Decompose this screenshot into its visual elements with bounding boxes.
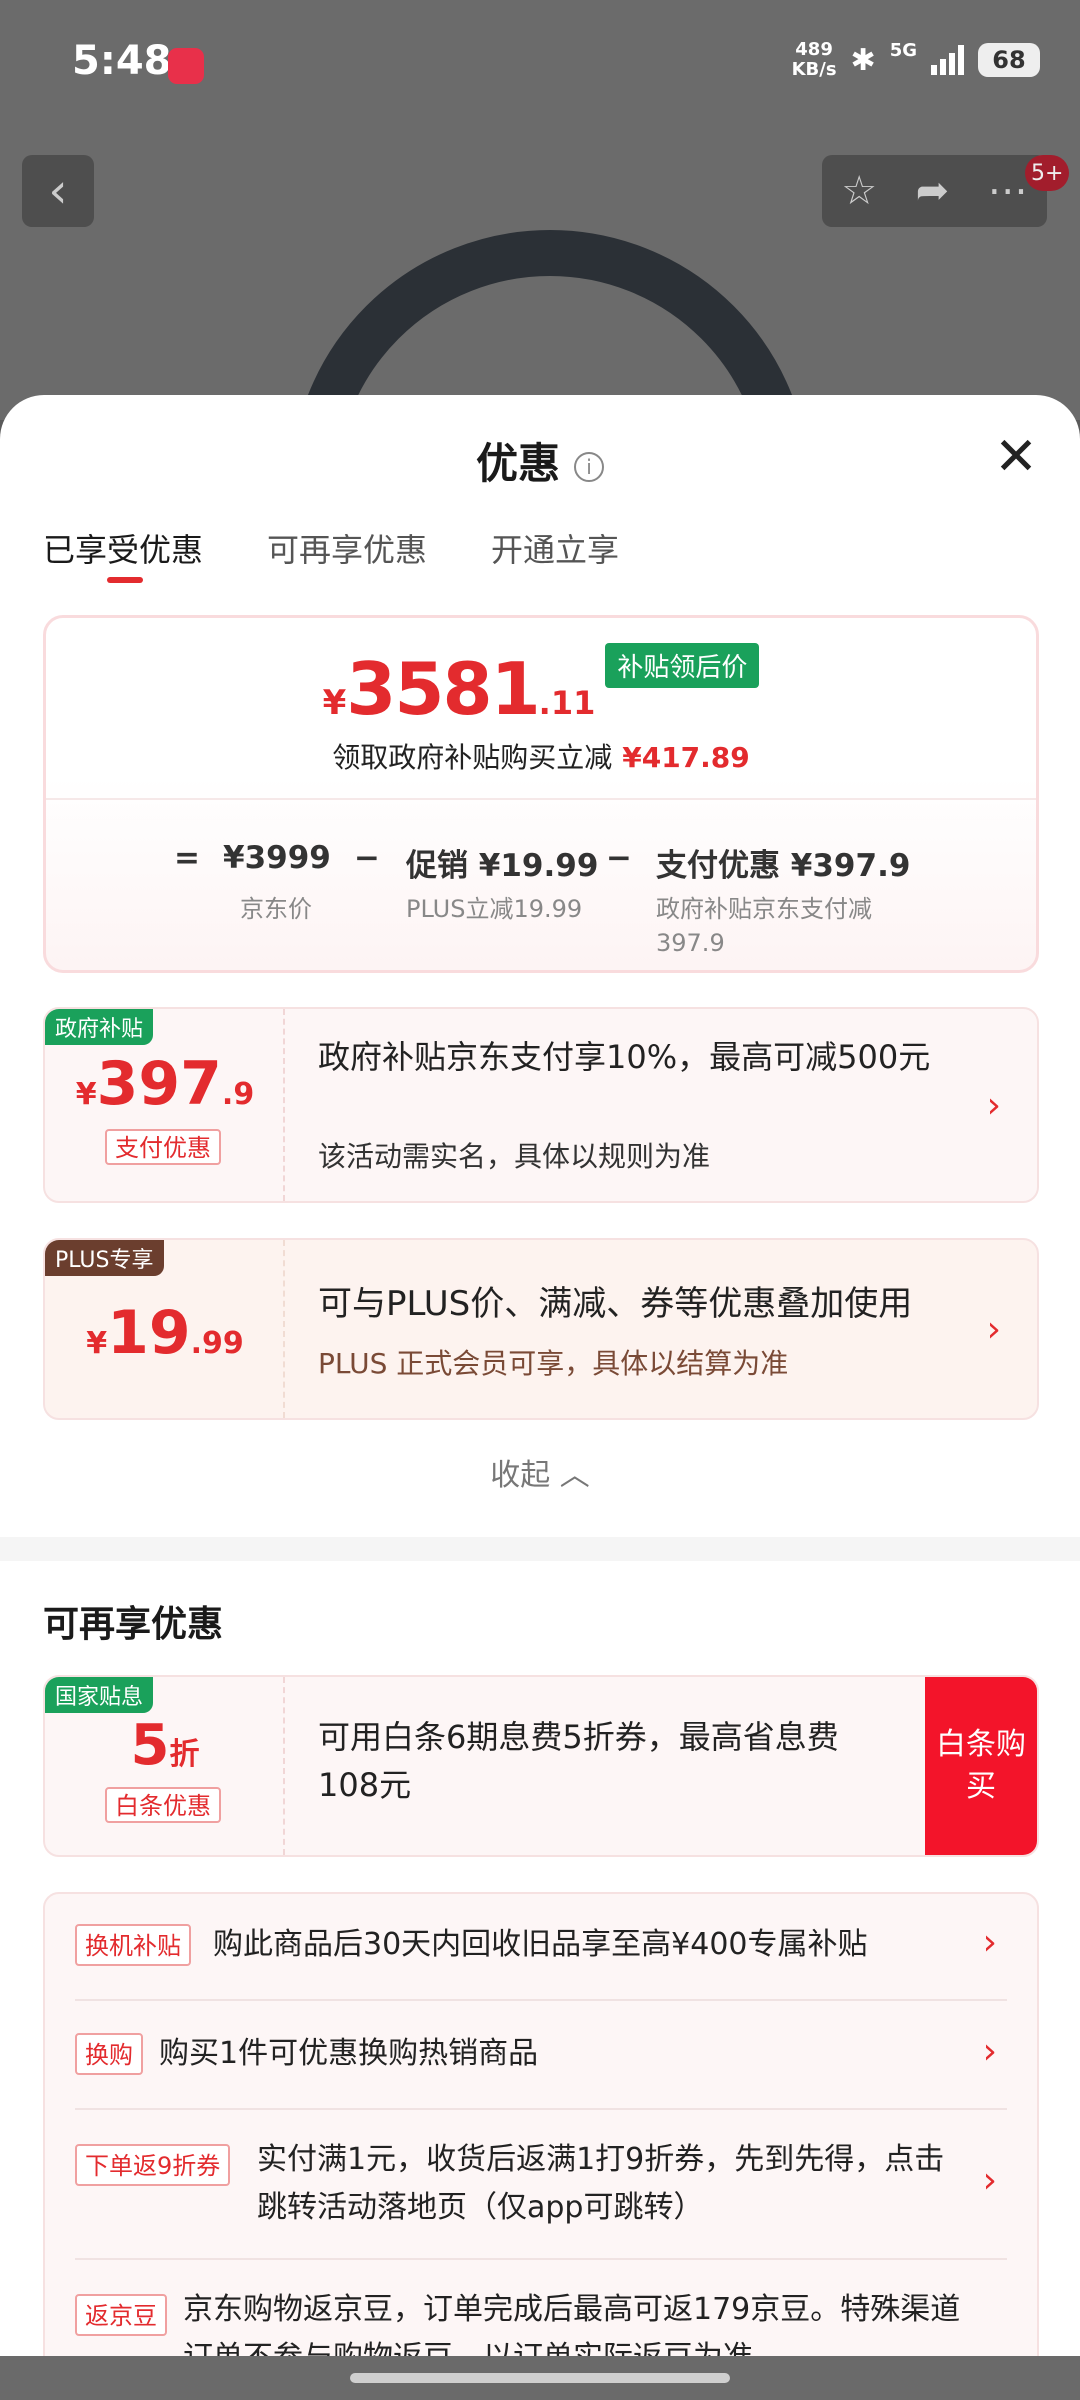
minus-sign: − [606, 840, 632, 876]
chevron-right-icon: › [982, 2031, 997, 2072]
list-item[interactable]: 换机补贴 购此商品后30天内回收旧品享至高¥400专属补贴 › [75, 1894, 1007, 2001]
offer-currency: ¥ [75, 1077, 97, 1112]
list-item-tag: 换购 [75, 2033, 143, 2075]
subsidy-amount: ¥417.89 [622, 741, 750, 774]
close-button[interactable]: ✕ [992, 431, 1040, 483]
bluetooth-icon: ✱ [850, 42, 876, 78]
network-type: 5G [889, 40, 917, 61]
sheet-title: 优惠 i [0, 430, 1080, 491]
section-title-more-offers: 可再享优惠 [43, 1604, 224, 1645]
list-item-tag: 返京豆 [75, 2294, 167, 2336]
offer-discount-rate: 5折 [45, 1713, 285, 1778]
discount-sheet: 优惠 i ✕ 已享受优惠 可再享优惠 开通立享 ¥3581.11补贴领后价 领取政… [0, 395, 1080, 2400]
offer-type-pill: 支付优惠 [105, 1129, 221, 1165]
offer-type-pill: 白条优惠 [105, 1787, 221, 1823]
tab-bar: 已享受优惠 可再享优惠 开通立享 [43, 525, 619, 583]
currency-symbol: ¥ [322, 683, 347, 723]
tab-more-offers[interactable]: 可再享优惠 [267, 525, 427, 571]
tab-activate[interactable]: 开通立享 [491, 525, 619, 571]
list-item[interactable]: 换购 购买1件可优惠换购热销商品 › [75, 2001, 1007, 2110]
status-time: 5:48 [72, 38, 172, 84]
price-decimal: .11 [538, 684, 596, 722]
offer-corner-tag: 国家贴息 [45, 1677, 154, 1713]
list-item-tag: 换机补贴 [75, 1924, 191, 1966]
discount-number: 5 [130, 1713, 170, 1778]
offer-amount-int: 19 [107, 1298, 191, 1368]
nav-actions: ☆ ➦ ⋯ [822, 155, 1047, 227]
tab-enjoyed[interactable]: 已享受优惠 [43, 525, 203, 583]
more-icon[interactable]: ⋯ [988, 168, 1028, 214]
offer-corner-tag: PLUS专享 [45, 1240, 164, 1276]
subsidy-line: 领取政府补贴购买立减 ¥417.89 [46, 736, 1036, 776]
offer-subtitle: 该活动需实名，具体以规则为准 [318, 1140, 711, 1173]
netspeed-value: 489 [795, 39, 833, 60]
network-speed: 489 KB/s [792, 40, 837, 80]
price-breakdown: = ¥3999 京东价 − 促销 ¥19.99 PLUS立减19.99 − 支付… [46, 798, 1036, 973]
offer-gov-subsidy[interactable]: 政府补贴 ¥397.9 支付优惠 政府补贴京东支付享10%，最高可减500元 该… [43, 1007, 1039, 1203]
extra-offers-list: 换机补贴 购此商品后30天内回收旧品享至高¥400专属补贴 › 换购 购买1件可… [43, 1892, 1039, 2400]
offer-title: 可与PLUS价、满减、券等优惠叠加使用 [318, 1284, 913, 1324]
promo-discount-label: PLUS立减19.99 [406, 895, 583, 923]
subsidy-price-tag: 补贴领后价 [605, 643, 760, 688]
payment-discount-label: 政府补贴京东支付减397.9 [656, 895, 872, 957]
back-button[interactable]: ‹ [22, 155, 94, 227]
final-price: ¥3581.11补贴领后价 [46, 643, 1036, 731]
list-item-text: 实付满1元，收货后返满1打9折券，先到先得，点击跳转活动落地页（仅app可跳转） [257, 2142, 945, 2225]
chevron-up-icon: ︿ [559, 1458, 590, 1493]
product-image-headphones [290, 230, 810, 420]
offer-amount-dec: .99 [190, 1326, 244, 1361]
notification-badge: 5+ [1025, 155, 1070, 191]
price-integer: 3581 [346, 647, 540, 731]
offer-baitiao[interactable]: 国家贴息 5折 白条优惠 可用白条6期息费5折券，最高省息费108元 白条购买 [43, 1675, 1039, 1857]
signal-icon [931, 45, 964, 75]
chevron-right-icon: › [982, 2160, 997, 2201]
equals-sign: = [174, 840, 200, 876]
base-price: ¥3999 [223, 840, 331, 876]
collapse-button[interactable]: 收起 ︿ [0, 1450, 1080, 1494]
payment-discount: 支付优惠 ¥397.9 [656, 848, 911, 884]
app-notification-icon [168, 48, 204, 84]
base-price-label: 京东价 [240, 895, 312, 923]
home-indicator[interactable] [350, 2373, 730, 2383]
info-icon[interactable]: i [574, 451, 604, 482]
baitiao-buy-button[interactable]: 白条购买 [925, 1677, 1037, 1855]
discount-unit: 折 [169, 1737, 200, 1772]
offer-amount: ¥397.9 [45, 1049, 285, 1119]
price-summary-card: ¥3581.11补贴领后价 领取政府补贴购买立减 ¥417.89 = ¥3999 … [43, 615, 1039, 973]
chevron-right-icon: › [986, 1309, 1001, 1350]
share-icon[interactable]: ➦ [916, 168, 950, 214]
minus-sign: − [354, 840, 380, 876]
list-item[interactable]: 下单返9折券 实付满1元，收货后返满1打9折券，先到先得，点击跳转活动落地页（仅… [75, 2110, 1007, 2260]
chevron-right-icon: › [982, 1922, 997, 1963]
subsidy-text: 领取政府补贴购买立减 [332, 741, 613, 774]
offer-corner-tag: 政府补贴 [45, 1009, 154, 1045]
offer-amount-dec: .9 [221, 1077, 255, 1112]
offer-amount: ¥19.99 [45, 1298, 285, 1368]
sheet-title-text: 优惠 [475, 439, 560, 488]
offer-amount-int: 397 [96, 1049, 222, 1119]
status-bar: 5:48 489 KB/s ✱ 5G 68 [0, 0, 1080, 130]
offer-currency: ¥ [86, 1326, 108, 1361]
netspeed-unit: KB/s [791, 59, 837, 80]
offer-title: 政府补贴京东支付享10%，最高可减500元 [318, 1038, 931, 1076]
collapse-label: 收起 [490, 1458, 551, 1493]
offer-subtitle: PLUS 正式会员可享，具体以结算为准 [318, 1347, 789, 1380]
list-item-text: 购此商品后30天内回收旧品享至高¥400专属补贴 [213, 1927, 868, 1962]
section-divider [0, 1537, 1080, 1561]
battery-icon: 68 [978, 43, 1040, 77]
offer-plus[interactable]: PLUS专享 ¥19.99 可与PLUS价、满减、券等优惠叠加使用 PLUS 正… [43, 1238, 1039, 1420]
list-item-text: 购买1件可优惠换购热销商品 [159, 2036, 539, 2071]
list-item-tag: 下单返9折券 [75, 2144, 231, 2186]
offer-title: 可用白条6期息费5折券，最高省息费108元 [318, 1718, 839, 1804]
favorite-star-icon[interactable]: ☆ [841, 168, 877, 214]
status-indicators: 489 KB/s ✱ 5G 68 [792, 40, 1040, 80]
chevron-right-icon: › [986, 1085, 1001, 1126]
promo-discount: 促销 ¥19.99 [406, 848, 599, 884]
